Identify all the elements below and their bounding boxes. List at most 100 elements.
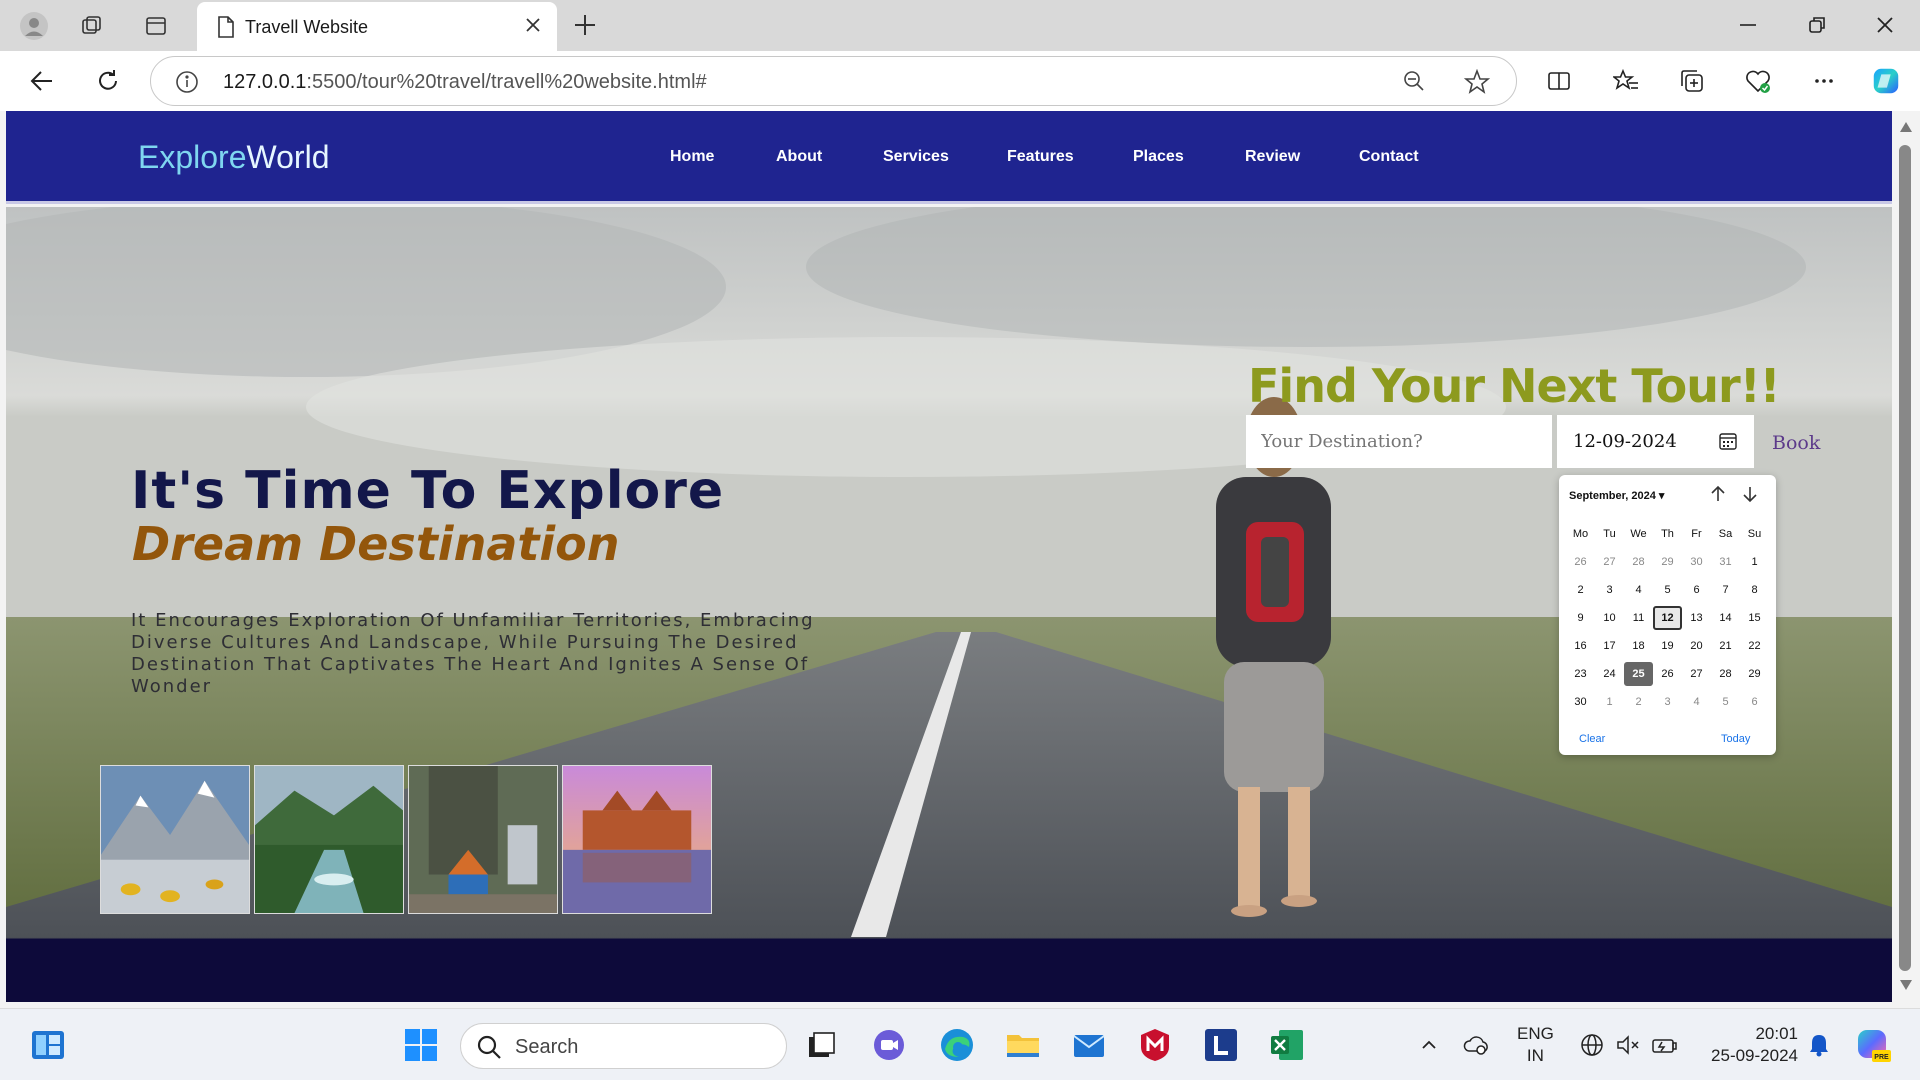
day-cell[interactable]: 18: [1624, 634, 1653, 658]
mcafee-icon[interactable]: [1133, 1023, 1177, 1067]
mail-icon[interactable]: [1067, 1023, 1111, 1067]
destination-input[interactable]: [1246, 415, 1552, 468]
copilot-icon[interactable]: [1870, 65, 1902, 97]
minimize-icon[interactable]: [1737, 12, 1759, 43]
copilot-preview-icon[interactable]: PRE: [1851, 1023, 1895, 1067]
collections-icon[interactable]: [1676, 65, 1708, 97]
widgets-icon[interactable]: [26, 1023, 70, 1067]
address-bar[interactable]: 127.0.0.1:5500/tour%20travel/travell%20w…: [150, 56, 1517, 106]
favorites-icon[interactable]: [1610, 65, 1642, 97]
datepicker-today-button[interactable]: Today: [1721, 733, 1750, 745]
day-cell[interactable]: 17: [1595, 634, 1624, 658]
nav-about[interactable]: About: [776, 148, 822, 166]
edge-browser-icon[interactable]: [935, 1023, 979, 1067]
close-tab-icon[interactable]: [523, 15, 543, 40]
day-cell[interactable]: 7: [1711, 578, 1740, 602]
day-cell[interactable]: 4: [1624, 578, 1653, 602]
new-tab-icon[interactable]: [572, 12, 598, 43]
calendar-icon[interactable]: [1718, 431, 1738, 456]
day-cell[interactable]: 26: [1566, 550, 1595, 574]
site-logo[interactable]: ExploreWorld: [138, 139, 329, 176]
day-cell[interactable]: 1: [1595, 690, 1624, 714]
start-icon[interactable]: [399, 1023, 443, 1067]
taskbar-search[interactable]: Search: [460, 1023, 787, 1069]
date-input[interactable]: 12-09-2024: [1557, 415, 1754, 468]
battery-icon[interactable]: [1642, 1023, 1686, 1067]
vertical-tabs-icon[interactable]: [136, 8, 176, 44]
day-cell[interactable]: 27: [1682, 662, 1711, 686]
task-view-icon[interactable]: [799, 1023, 843, 1067]
day-cell[interactable]: 10: [1595, 606, 1624, 630]
zoom-out-icon[interactable]: [1402, 69, 1426, 98]
day-cell[interactable]: 27: [1595, 550, 1624, 574]
l-app-icon[interactable]: [1199, 1023, 1243, 1067]
restore-icon[interactable]: [1806, 12, 1828, 43]
arrow-up-icon[interactable]: [1709, 485, 1727, 508]
day-cell[interactable]: 24: [1595, 662, 1624, 686]
day-cell[interactable]: 19: [1653, 634, 1682, 658]
day-cell[interactable]: 1: [1740, 550, 1769, 574]
back-icon[interactable]: [26, 65, 58, 97]
file-explorer-icon[interactable]: [1001, 1023, 1045, 1067]
nav-features[interactable]: Features: [1007, 148, 1074, 166]
workspaces-icon[interactable]: [72, 8, 112, 44]
day-cell[interactable]: 5: [1711, 690, 1740, 714]
day-cell[interactable]: 2: [1566, 578, 1595, 602]
datepicker-clear-button[interactable]: Clear: [1579, 733, 1605, 745]
scrollbar-thumb[interactable]: [1899, 145, 1911, 971]
day-cell[interactable]: 2: [1624, 690, 1653, 714]
nav-contact[interactable]: Contact: [1359, 148, 1419, 166]
profile-icon[interactable]: [14, 8, 54, 44]
nav-places[interactable]: Places: [1133, 148, 1184, 166]
refresh-icon[interactable]: [92, 65, 124, 97]
day-cell[interactable]: 22: [1740, 634, 1769, 658]
day-cell[interactable]: 11: [1624, 606, 1653, 630]
palace-lake-thumbnail[interactable]: [562, 765, 712, 914]
day-cell[interactable]: 6: [1682, 578, 1711, 602]
day-cell[interactable]: 3: [1595, 578, 1624, 602]
more-options-icon[interactable]: [1808, 65, 1840, 97]
day-cell[interactable]: 28: [1711, 662, 1740, 686]
day-cell[interactable]: 3: [1653, 690, 1682, 714]
excel-icon[interactable]: [1265, 1023, 1309, 1067]
browser-essentials-icon[interactable]: [1742, 65, 1774, 97]
day-cell[interactable]: 4: [1682, 690, 1711, 714]
browser-tab[interactable]: Travell Website: [197, 2, 557, 51]
day-cell[interactable]: 28: [1624, 550, 1653, 574]
arrow-down-icon[interactable]: [1741, 485, 1759, 508]
nav-services[interactable]: Services: [883, 148, 949, 166]
page-scrollbar[interactable]: [1892, 111, 1920, 1002]
day-cell[interactable]: 15: [1740, 606, 1769, 630]
day-cell[interactable]: 16: [1566, 634, 1595, 658]
favorite-star-icon[interactable]: [1463, 68, 1491, 100]
split-screen-icon[interactable]: [1543, 65, 1575, 97]
day-cell[interactable]: 31: [1711, 550, 1740, 574]
nav-review[interactable]: Review: [1245, 148, 1300, 166]
close-window-icon[interactable]: [1874, 12, 1896, 43]
notification-bell-icon[interactable]: [1797, 1023, 1841, 1067]
day-cell[interactable]: 30: [1682, 550, 1711, 574]
scroll-down-icon[interactable]: [1899, 979, 1913, 991]
selected-day-cell[interactable]: 12: [1653, 606, 1682, 630]
site-info-icon[interactable]: [175, 70, 199, 99]
chevron-up-icon[interactable]: [1407, 1023, 1451, 1067]
day-cell[interactable]: 29: [1740, 662, 1769, 686]
day-cell[interactable]: 23: [1566, 662, 1595, 686]
scroll-up-icon[interactable]: [1899, 121, 1913, 133]
system-clock[interactable]: 20:01 25-09-2024: [1698, 1023, 1798, 1067]
day-cell[interactable]: 20: [1682, 634, 1711, 658]
day-cell[interactable]: 9: [1566, 606, 1595, 630]
day-cell[interactable]: 14: [1711, 606, 1740, 630]
mountain-camp-thumbnail[interactable]: [100, 765, 250, 914]
today-day-cell[interactable]: 25: [1624, 662, 1653, 686]
day-cell[interactable]: 8: [1740, 578, 1769, 602]
day-cell[interactable]: 30: [1566, 690, 1595, 714]
day-cell[interactable]: 26: [1653, 662, 1682, 686]
onedrive-icon[interactable]: [1455, 1023, 1499, 1067]
language-indicator[interactable]: ENG IN: [1517, 1023, 1554, 1067]
river-forest-thumbnail[interactable]: [254, 765, 404, 914]
cave-temple-thumbnail[interactable]: [408, 765, 558, 914]
day-cell[interactable]: 13: [1682, 606, 1711, 630]
nav-home[interactable]: Home: [670, 148, 714, 166]
teams-chat-icon[interactable]: [867, 1023, 911, 1067]
